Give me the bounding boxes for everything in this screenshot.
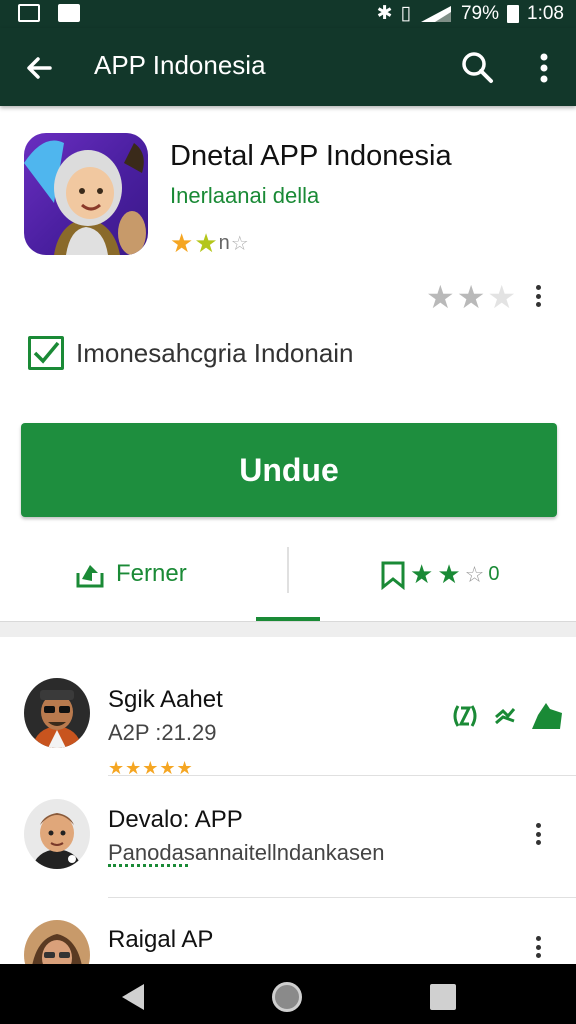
avatar — [24, 678, 90, 748]
app-detail-screen: ✱ ▯ 79% 1:08 APP Indonesia Dnetal APP In… — [0, 0, 576, 1024]
status-notifications — [18, 4, 80, 22]
notification-app-icon — [58, 4, 80, 22]
action-divider — [287, 547, 289, 593]
rate-this-app[interactable]: ★ ★ ★ — [426, 278, 516, 316]
app-mascot-icon — [24, 140, 146, 255]
app-rating: ★ ★ n ☆ — [170, 228, 249, 259]
rate-star-icon[interactable]: ★ — [426, 278, 455, 316]
app-title: Dnetal APP Indonesia — [170, 140, 452, 172]
app-icon — [24, 133, 148, 255]
notification-photo-icon — [18, 4, 40, 22]
share-button[interactable]: Ferner — [74, 559, 187, 589]
battery-percent: 79% — [460, 2, 500, 24]
more-vert-icon[interactable] — [536, 285, 542, 307]
signal-icon — [420, 5, 451, 22]
list-item-subtitle: Panodasannaitellndankasen — [108, 840, 385, 865]
list-item-actions — [450, 700, 564, 732]
star-filled-icon: ★ — [194, 228, 218, 258]
wishlist-suffix: 0 — [488, 563, 500, 585]
share-icon — [76, 565, 104, 588]
check-icon — [33, 341, 60, 364]
thumbs-up-icon[interactable] — [530, 701, 564, 731]
list-item-progress — [108, 864, 188, 867]
list-item-title: Devalo: APP — [108, 806, 243, 833]
checkbox-row[interactable]: Imonesahcgria Indonain — [28, 336, 354, 370]
wishlist-button[interactable]: ★ ★ ☆ 0 — [380, 559, 499, 590]
more-vert-icon[interactable] — [536, 936, 542, 958]
toolbar: APP Indonesia — [0, 28, 576, 106]
list-item-title: Raigal AP — [108, 926, 214, 953]
section-separator — [0, 621, 576, 637]
star-filled-icon: ★ — [437, 559, 461, 589]
list-divider — [108, 775, 576, 776]
star-empty-icon: ☆ — [464, 561, 485, 587]
sync-icon[interactable] — [450, 700, 480, 732]
list-item-subtitle: A2P :21.29 — [108, 720, 217, 745]
list-item-title: Sgik Aahet — [108, 686, 223, 713]
action-row: Ferner ★ ★ ☆ 0 — [0, 545, 576, 621]
install-button[interactable]: Undue — [21, 423, 557, 517]
battery-icon — [507, 4, 520, 23]
rating-suffix: n — [218, 232, 230, 254]
app-developer-link[interactable]: Inerlaanai della — [170, 183, 319, 209]
nav-back-icon[interactable] — [120, 982, 146, 1012]
clock: 1:08 — [527, 2, 564, 24]
toolbar-title: APP Indonesia — [94, 50, 266, 80]
status-indicators: ✱ ▯ 79% 1:08 — [377, 2, 564, 25]
checkbox[interactable] — [28, 336, 64, 370]
checkbox-label: Imonesahcgria Indonain — [76, 337, 354, 368]
list-divider — [108, 897, 576, 898]
share-label: Ferner — [116, 560, 187, 587]
avatar — [24, 799, 90, 869]
bookmark-icon — [381, 561, 405, 590]
vibrate-icon: ▯ — [400, 3, 411, 24]
arrow-back-icon[interactable] — [20, 48, 60, 88]
star-filled-icon: ★ — [170, 228, 194, 258]
star-filled-icon: ★ — [410, 559, 434, 589]
nav-recents-icon[interactable] — [430, 984, 456, 1010]
navigation-bar — [0, 964, 576, 1024]
status-bar: ✱ ▯ 79% 1:08 — [0, 0, 576, 28]
more-vert-icon[interactable] — [536, 823, 542, 845]
search-icon[interactable] — [458, 48, 498, 88]
trend-icon[interactable] — [494, 705, 516, 727]
bluetooth-icon: ✱ — [376, 3, 393, 24]
rate-star-icon[interactable]: ★ — [487, 278, 516, 316]
more-vert-icon[interactable] — [528, 48, 560, 88]
star-empty-icon: ☆ — [230, 233, 249, 255]
rate-star-icon[interactable]: ★ — [457, 278, 486, 316]
nav-home-icon[interactable] — [272, 982, 302, 1012]
